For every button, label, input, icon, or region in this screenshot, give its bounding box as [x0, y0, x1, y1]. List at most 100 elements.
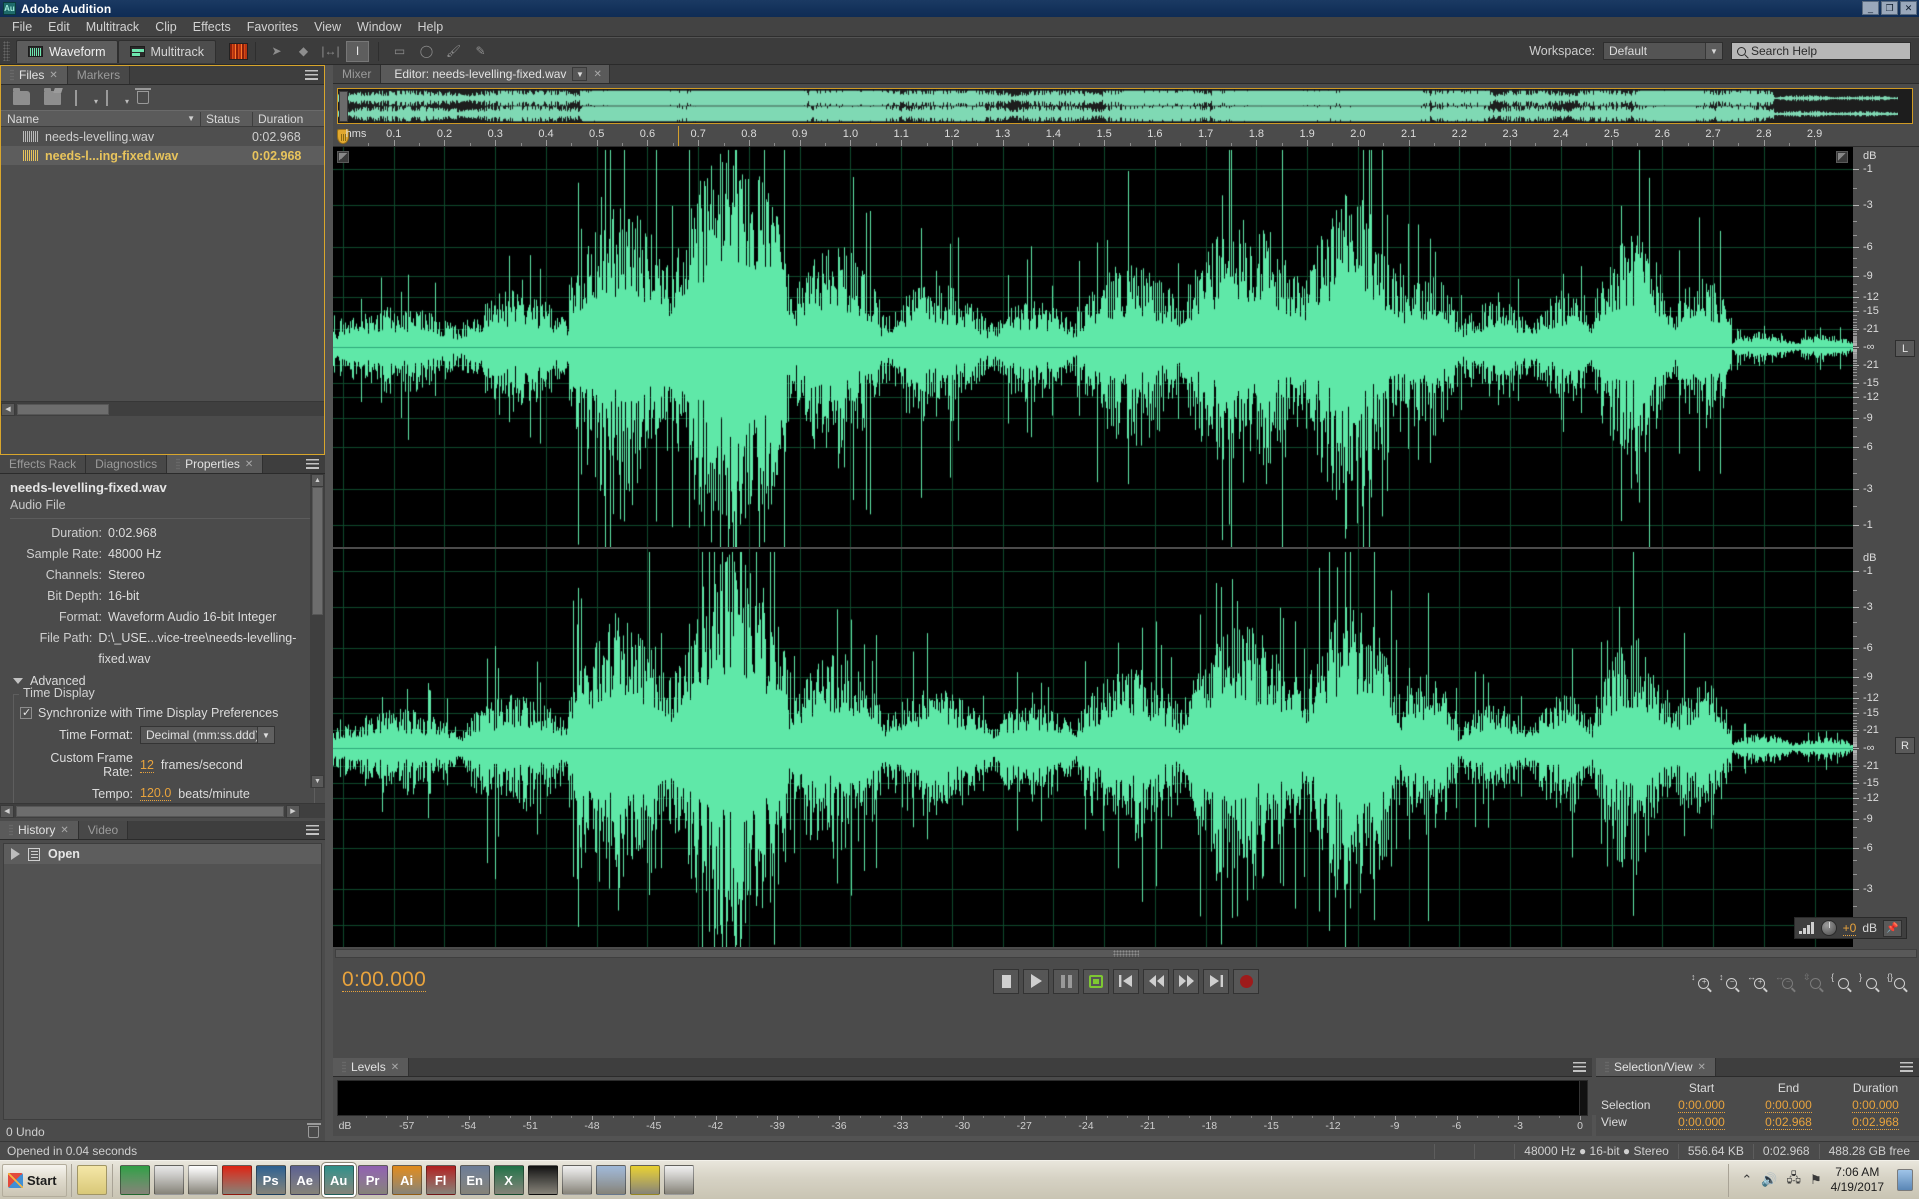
- menu-edit[interactable]: Edit: [40, 18, 78, 36]
- tab-history[interactable]: History ✕: [0, 821, 79, 839]
- illustrator-icon[interactable]: Ai: [391, 1165, 422, 1195]
- zoom-in-amplitude-button[interactable]: ↕ +: [1690, 972, 1709, 991]
- document-1-icon[interactable]: [561, 1165, 592, 1195]
- marquee-tool-icon[interactable]: ▭: [388, 41, 411, 62]
- action-center-icon[interactable]: ⚑: [1810, 1172, 1822, 1188]
- scroll-right-icon[interactable]: ▶: [286, 804, 300, 818]
- view-end[interactable]: 0:02.968: [1745, 1115, 1832, 1130]
- menu-multitrack[interactable]: Multitrack: [78, 18, 147, 36]
- list-item[interactable]: needs-levelling.wav 0:02.968: [1, 127, 324, 146]
- mathematica-icon[interactable]: [221, 1165, 252, 1195]
- level-meter[interactable]: [337, 1080, 1588, 1116]
- show-hidden-icons[interactable]: ⌃: [1741, 1172, 1752, 1188]
- waveform-channel-right[interactable]: [333, 549, 1919, 947]
- explorer-icon[interactable]: [76, 1165, 107, 1195]
- selection-end[interactable]: 0:00.000: [1745, 1098, 1832, 1113]
- scroll-left-icon[interactable]: ◀: [1, 402, 15, 416]
- selection-duration[interactable]: 0:00.000: [1832, 1098, 1919, 1113]
- start-button[interactable]: Start: [2, 1163, 67, 1197]
- menu-view[interactable]: View: [306, 18, 349, 36]
- encore-icon[interactable]: En: [459, 1165, 490, 1195]
- column-duration[interactable]: Duration: [252, 111, 324, 126]
- premiere-icon[interactable]: Pr: [357, 1165, 388, 1195]
- view-duration[interactable]: 0:02.968: [1832, 1115, 1919, 1130]
- photoshop-icon[interactable]: Ps: [255, 1165, 286, 1195]
- time-format-select[interactable]: Decimal (mm:ss.ddd) ▼: [140, 726, 275, 744]
- import-folder-icon[interactable]: [44, 87, 61, 105]
- frame-rate-value[interactable]: 12: [140, 758, 154, 773]
- zoom-in-time-button[interactable]: ↔ +: [1746, 972, 1765, 991]
- tab-properties[interactable]: Properties ✕: [167, 455, 264, 473]
- command-prompt-icon[interactable]: [527, 1165, 558, 1195]
- menu-window[interactable]: Window: [349, 18, 409, 36]
- list-item[interactable]: Open: [4, 844, 321, 864]
- slip-tool-icon[interactable]: ◆: [292, 41, 315, 62]
- minimize-icon[interactable]: _: [1862, 1, 1879, 15]
- time-selection-tool-icon[interactable]: |↔|: [319, 41, 342, 62]
- tab-markers[interactable]: Markers: [67, 66, 131, 84]
- zoom-navigator-handle[interactable]: [339, 91, 348, 122]
- tab-multitrack[interactable]: Multitrack: [117, 39, 216, 63]
- network-warning-icon[interactable]: 🖧: [1786, 1169, 1801, 1191]
- picasa-icon[interactable]: [187, 1165, 218, 1195]
- after-effects-icon[interactable]: Ae: [289, 1165, 320, 1195]
- skip-to-start-button[interactable]: [1113, 968, 1139, 994]
- menu-effects[interactable]: Effects: [185, 18, 239, 36]
- workspace-select[interactable]: Default ▼: [1603, 42, 1723, 60]
- scroll-thumb[interactable]: [17, 403, 109, 415]
- move-tool-icon[interactable]: ➤: [265, 41, 288, 62]
- tab-diagnostics[interactable]: Diagnostics: [86, 455, 168, 473]
- loop-button[interactable]: [1083, 968, 1109, 994]
- fast-forward-button[interactable]: [1173, 968, 1199, 994]
- close-icon[interactable]: ✕: [391, 1062, 399, 1073]
- delete-file-icon[interactable]: [135, 88, 151, 104]
- waveform-display[interactable]: dB -1 -3 -6 -9 -12 -15 -21 -∞ -21 -15 -12 -9 -6 -3 -1 d…: [333, 147, 1919, 947]
- gain-knob[interactable]: [1820, 920, 1837, 936]
- razor-tool-icon[interactable]: I: [345, 40, 369, 62]
- record-button[interactable]: [1233, 968, 1259, 994]
- audition-icon[interactable]: Au: [323, 1165, 354, 1195]
- history-panel-menu[interactable]: [306, 821, 325, 839]
- scroll-thumb[interactable]: [312, 487, 323, 615]
- view-start[interactable]: 0:00.000: [1658, 1115, 1745, 1130]
- close-icon[interactable]: ✕: [245, 459, 253, 470]
- close-icon[interactable]: ✕: [1900, 1, 1917, 15]
- pause-button[interactable]: [1053, 968, 1079, 994]
- files-horizontal-scrollbar[interactable]: ◀: [1, 401, 324, 416]
- waveform-channel-left[interactable]: [333, 147, 1919, 547]
- current-time-display[interactable]: 0:00.000: [342, 968, 427, 992]
- menu-help[interactable]: Help: [409, 18, 451, 36]
- menu-file[interactable]: File: [4, 18, 40, 36]
- hud-gain-value[interactable]: +0: [1842, 921, 1857, 936]
- channel-badge-right[interactable]: R: [1895, 737, 1915, 754]
- levels-panel-menu[interactable]: [1573, 1058, 1592, 1076]
- play-button[interactable]: [1023, 968, 1049, 994]
- chevron-down-icon[interactable]: ▼: [572, 67, 588, 81]
- zoom-navigator-waveform[interactable]: [337, 88, 1913, 124]
- zoom-to-selection-in-button[interactable]: {: [1830, 972, 1849, 991]
- pin-icon[interactable]: 📌: [1883, 919, 1902, 937]
- column-status[interactable]: Status: [200, 111, 252, 126]
- editor-horizontal-scrollbar[interactable]: [333, 947, 1919, 960]
- menu-favorites[interactable]: Favorites: [239, 18, 306, 36]
- toolbar-grip[interactable]: [3, 41, 10, 61]
- export-file-icon[interactable]: ▾: [106, 89, 129, 106]
- sync-checkbox[interactable]: [20, 706, 32, 719]
- channel-corner-handle-left[interactable]: [337, 151, 349, 163]
- open-file-icon[interactable]: [13, 87, 30, 105]
- tab-mixer[interactable]: Mixer: [333, 65, 382, 83]
- selection-start[interactable]: 0:00.000: [1658, 1098, 1745, 1113]
- show-desktop-button[interactable]: [1897, 1169, 1913, 1191]
- channel-corner-handle-right[interactable]: [1836, 151, 1848, 163]
- tab-selection-view[interactable]: Selection/View ✕: [1596, 1058, 1716, 1076]
- scroll-grip[interactable]: [1113, 950, 1139, 957]
- itunes-icon[interactable]: [595, 1165, 626, 1195]
- flash-icon[interactable]: Fl: [425, 1165, 456, 1195]
- time-ruler[interactable]: hms 0.1 0.2 0.3 0.4 0.5 0.6 0.7 0.8 0.9 1.0 1.1 1.2 1…: [333, 126, 1919, 147]
- scroll-thumb[interactable]: [16, 805, 284, 817]
- mindmap-icon[interactable]: [629, 1165, 660, 1195]
- close-icon[interactable]: ✕: [60, 825, 68, 836]
- maximize-icon[interactable]: ❐: [1881, 1, 1898, 15]
- search-help-input[interactable]: Search Help: [1731, 42, 1911, 60]
- zoom-out-amplitude-button[interactable]: ↕ −: [1718, 972, 1737, 991]
